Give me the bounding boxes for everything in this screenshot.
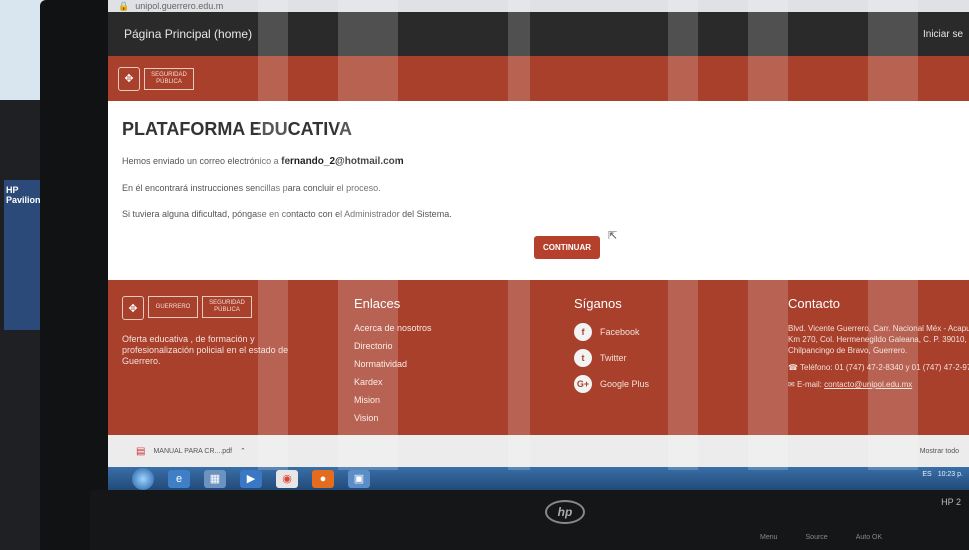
start-button-icon[interactable] (132, 467, 154, 490)
social-facebook-label: Facebook (600, 327, 640, 337)
footer-social-title: Síganos (574, 296, 622, 311)
footer-seguridad-logo: SEGURIDAD PÚBLICA (202, 296, 252, 318)
twitter-icon: t (574, 349, 592, 367)
download-file-name: MANUAL PARA CR....pdf (153, 447, 233, 455)
ie-icon[interactable]: e (168, 469, 190, 488)
glare-stripe (668, 0, 698, 470)
email-sent-text: Hemos enviado un correo electrónico a (122, 156, 279, 166)
instructions-text: En él encontrará instrucciones sencillas… (122, 183, 381, 193)
monitor-menu-button[interactable]: Menu (760, 534, 778, 541)
header-logo[interactable]: ✥ SEGURIDAD PÚBLICA (118, 66, 194, 91)
mouse-cursor-icon: ⇱ (608, 230, 618, 242)
social-google-plus-label: Google Plus (600, 379, 650, 389)
windows-taskbar: e ▦ ▶ ◉ ● ▣ ES 10:23 p. (108, 467, 969, 490)
main-content: PLATAFORMA EDUCATIVA Hemos enviado un co… (108, 101, 969, 279)
brand-band: ✥ SEGURIDAD PÚBLICA (108, 56, 969, 101)
glare-stripe (868, 0, 918, 470)
address-bar[interactable]: 🔒 unipol.guerrero.edu.m (108, 0, 969, 12)
system-tray: ES 10:23 p. (922, 471, 963, 478)
login-link[interactable]: Iniciar se (923, 29, 963, 40)
facebook-icon: f (574, 323, 592, 341)
download-item[interactable]: ▤ MANUAL PARA CR....pdf ⌃ (136, 446, 246, 457)
top-navbar: Página Principal (home) Iniciar se (108, 12, 969, 56)
tray-language[interactable]: ES (922, 471, 931, 478)
help-text: Si tuviera alguna dificultad, póngase en… (122, 209, 452, 219)
tray-clock[interactable]: 10:23 p. (938, 471, 963, 478)
site-footer: ✥ GUERRERO SEGURIDAD PÚBLICA Oferta educ… (108, 280, 969, 435)
monitor-bezel-bottom (90, 490, 969, 550)
phone-icon: ☎ (788, 363, 798, 372)
social-twitter-label: Twitter (600, 353, 627, 363)
glare-stripe (508, 0, 530, 470)
lock-icon: 🔒 (118, 0, 130, 11)
page-title: PLATAFORMA EDUCATIVA (122, 119, 352, 139)
social-twitter[interactable]: t Twitter (574, 349, 649, 367)
hp-logo: hp (545, 500, 585, 524)
social-facebook[interactable]: f Facebook (574, 323, 649, 341)
chrome-icon[interactable]: ◉ (276, 469, 298, 488)
monitor-buttons: Menu Source Auto OK (760, 534, 882, 541)
download-bar: ▤ MANUAL PARA CR....pdf ⌃ Mostrar todo (108, 435, 969, 467)
monitor-auto-button[interactable]: Auto OK (856, 534, 882, 541)
show-all-downloads[interactable]: Mostrar todo (920, 448, 959, 455)
guerrero-seal-icon: ✥ (118, 66, 140, 91)
seguridad-publica-logo: SEGURIDAD PÚBLICA (144, 67, 194, 90)
media-player-icon[interactable]: ▶ (240, 469, 262, 488)
footer-brand-logo: GUERRERO (148, 296, 198, 318)
continue-button[interactable]: CONTINUAR (534, 236, 600, 259)
footer-social: Síganos f Facebook t Twitter G+ Google P… (574, 296, 649, 401)
glare-stripe (258, 0, 288, 470)
google-plus-icon: G+ (574, 375, 592, 393)
folder-icon[interactable]: ▦ (204, 469, 226, 488)
social-google-plus[interactable]: G+ Google Plus (574, 375, 649, 393)
monitor-model-mark: HP 2 (941, 497, 961, 507)
network-icon[interactable]: ▣ (348, 469, 370, 488)
monitor-source-button[interactable]: Source (806, 534, 828, 541)
pdf-file-icon: ▤ (136, 445, 146, 457)
glare-stripe (748, 0, 788, 470)
url-text: unipol.guerrero.edu.m (135, 1, 224, 11)
footer-seal-icon: ✥ (122, 296, 144, 320)
nav-home-link[interactable]: Página Principal (home) (124, 27, 252, 41)
firefox-icon[interactable]: ● (312, 469, 334, 488)
browser-screen: 🔒 unipol.guerrero.edu.m Página Principal… (108, 0, 969, 490)
email-sent-message: Hemos enviado un correo electrónico a fe… (122, 156, 969, 167)
chevron-up-icon[interactable]: ⌃ (240, 447, 246, 455)
contact-email-label: E-mail: (796, 380, 822, 389)
mail-icon: ✉ (788, 380, 795, 389)
glare-stripe (338, 0, 398, 470)
